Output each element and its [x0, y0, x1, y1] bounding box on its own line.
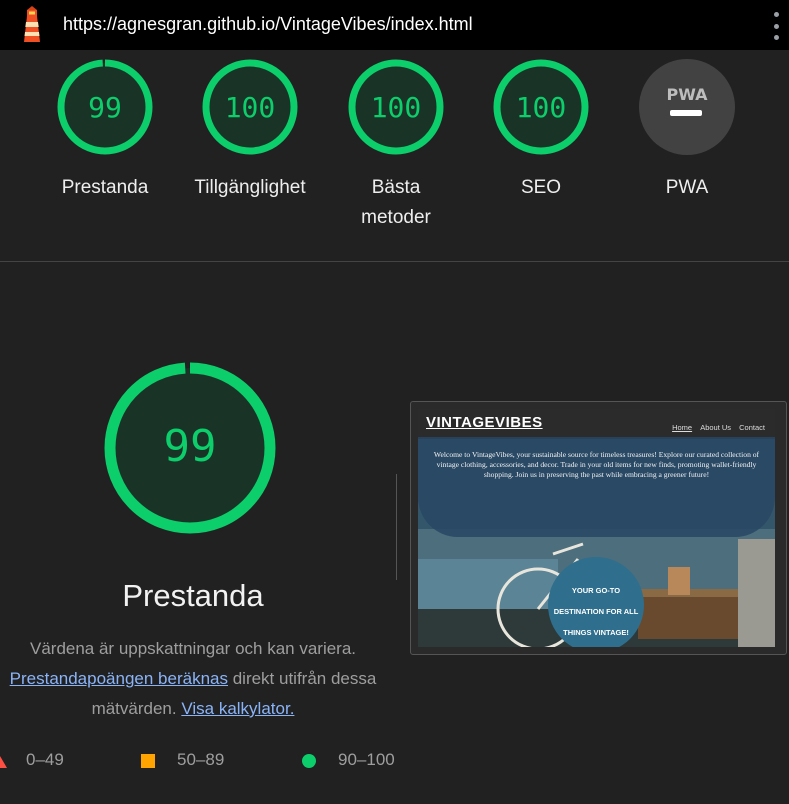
pwa-badge-text: PWA — [666, 85, 708, 104]
score-calculation-link[interactable]: Prestandapoängen beräknas — [10, 669, 228, 688]
seo-label: SEO — [466, 173, 616, 203]
site-nav: Home About Us Contact — [666, 423, 765, 432]
average-square-icon — [141, 754, 155, 768]
gauge-accessibility[interactable]: 100 Tillgänglighet — [175, 58, 325, 203]
pwa-gauge-circle: PWA — [639, 59, 735, 155]
best-practices-label-line: metoder — [361, 207, 431, 228]
top-bar: https://agnesgran.github.io/VintageVibes… — [0, 0, 789, 50]
url-text: https://agnesgran.github.io/VintageVibes… — [63, 14, 473, 34]
kebab-menu-icon[interactable] — [768, 12, 784, 40]
view-calculator-link[interactable]: Visa kalkylator. — [181, 699, 294, 718]
badge-line-1: YOUR GO-TO — [571, 586, 621, 595]
pass-circle-icon — [302, 754, 316, 768]
performance-label-line: Prestanda — [61, 177, 149, 198]
site-logo: VINTAGEVIBES — [426, 414, 543, 431]
pwa-label-line: PWA — [665, 177, 709, 198]
site-nav-contact: Contact — [739, 423, 765, 432]
gauge-best-practices[interactable]: 100 Bästa metoder — [321, 58, 471, 233]
category-gauges: 99 Prestanda 100 Tillgänglighet 100 Bästa meto… — [0, 50, 789, 262]
site-header: VINTAGEVIBES Home About Us Contact — [418, 409, 775, 439]
accessibility-label: Tillgänglighet — [175, 173, 325, 203]
performance-title: Prestanda — [122, 578, 264, 613]
gauge-pwa[interactable]: PWA PWA — [612, 58, 762, 203]
legend-average-range: 50–89 — [177, 750, 225, 769]
fail-triangle-icon — [0, 756, 7, 768]
lighthouse-icon — [24, 6, 40, 42]
seo-label-line: SEO — [520, 177, 562, 198]
seo-gauge-circle: 100 — [493, 59, 589, 155]
destination-badge: YOUR GO-TO DESTINATION FOR ALL THINGS VI… — [548, 557, 644, 647]
performance-label: Prestanda — [30, 173, 180, 203]
best-practices-score: 100 — [371, 91, 422, 124]
badge-line-2: DESTINATION FOR ALL — [553, 607, 639, 616]
vertical-divider — [396, 474, 397, 580]
accessibility-gauge-circle: 100 — [202, 59, 298, 155]
legend-pass-range: 90–100 — [338, 750, 395, 769]
desc-text-1: Värdena är uppskattningar och kan varier… — [29, 639, 357, 658]
page-screenshot[interactable]: VINTAGEVIBES Home About Us Contact Welco… — [410, 401, 787, 655]
site-nav-home: Home — [672, 423, 693, 432]
best-practices-label: Bästa metoder — [321, 173, 471, 233]
best-practices-label-line: Bästa — [371, 177, 421, 198]
performance-score: 99 — [88, 91, 122, 124]
big-gauge-score: 99 — [164, 421, 217, 472]
seo-score: 100 — [516, 91, 567, 124]
best-practices-gauge-circle: 100 — [348, 59, 444, 155]
badge-line-3: THINGS VINTAGE! — [563, 628, 629, 637]
site-nav-about: About Us — [700, 423, 732, 432]
performance-big-gauge: 99 — [104, 362, 276, 534]
score-legend: 0–49 50–89 90–100 — [0, 748, 420, 774]
pwa-dash-icon — [670, 110, 702, 116]
gauge-performance[interactable]: 99 Prestanda — [30, 58, 180, 203]
gauge-seo[interactable]: 100 SEO — [466, 58, 616, 203]
accessibility-label-line: Tillgänglighet — [194, 177, 306, 198]
accessibility-score: 100 — [225, 91, 276, 124]
hero-text-box: Welcome to VintageVibes, your sustainabl… — [418, 437, 775, 537]
pwa-label: PWA — [612, 173, 762, 203]
screenshot-content: VINTAGEVIBES Home About Us Contact Welco… — [418, 409, 775, 647]
performance-description: Värdena är uppskattningar och kan varier… — [0, 634, 386, 724]
performance-gauge-circle: 99 — [57, 59, 153, 155]
legend-fail-range: 0–49 — [26, 750, 64, 769]
